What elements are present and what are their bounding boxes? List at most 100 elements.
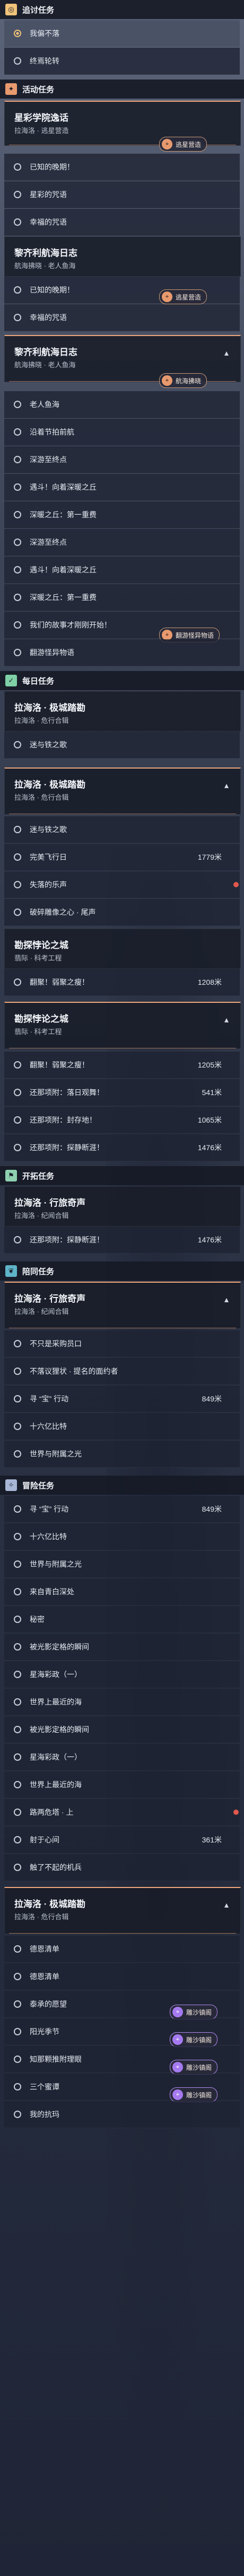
list-item[interactable]: 破碎雕像之心 · 尾声 (4, 899, 240, 926)
quest-card[interactable]: 拉海洛 · 极城踏勘 拉海洛 · 危行合辑 ▴ (4, 1887, 241, 1934)
list-item[interactable]: 寻 “宝” 行动 849米 (4, 1496, 240, 1523)
item-label: 寻 “宝” 行动 (30, 1395, 69, 1403)
list-item[interactable]: 触了不起的机兵 (4, 1854, 240, 1881)
list-item[interactable]: 被光影定格的瞬间 (4, 1716, 240, 1743)
radio (14, 428, 21, 436)
list-item[interactable]: 迷与铁之歌 (4, 731, 240, 758)
list-item[interactable]: 射于心间 361米 (4, 1827, 240, 1854)
section-header-feature[interactable]: ⚑ 开拓任务 (0, 1166, 244, 1185)
list-item[interactable]: 翻聚！弱聚之瘦！ 1208米 (4, 969, 240, 996)
list-item[interactable]: 我偏不落 (4, 20, 240, 47)
quest-card[interactable]: 拉海洛 · 行旅奇声 拉海洛 · 纪闻合辑 (4, 1186, 241, 1227)
location-tag[interactable]: ⌖ 雕沙镇阁 (170, 2005, 218, 2019)
section-header-side[interactable]: ◎ 追讨任务 (0, 0, 244, 19)
list-item[interactable]: 深游至终点 (4, 529, 240, 556)
distance: 1476米 (197, 1143, 222, 1152)
list-item[interactable]: 还那项附：探静断涯！ 1476米 (4, 1227, 240, 1254)
list-item[interactable]: 被光影定格的瞬间 (4, 1634, 240, 1661)
list-item[interactable]: 失落的乐声 (4, 871, 240, 898)
item-label: 德恩清单 (30, 1945, 59, 1953)
radio (14, 401, 21, 408)
list-item[interactable]: 德恩清单 (4, 1936, 240, 1963)
radio (14, 314, 21, 321)
section-header-daily[interactable]: ✓ 每日任务 (0, 671, 244, 690)
section-header-event[interactable]: ✦ 活动任务 (0, 80, 244, 99)
list-item[interactable]: 沿着节拍前航 (4, 419, 240, 446)
list-item[interactable]: 翻聚！弱聚之瘦！ 1205米 (4, 1052, 240, 1079)
list-item[interactable]: 德恩清单 (4, 1963, 240, 1990)
list-item[interactable]: 星彩的咒语 (4, 181, 240, 208)
list-item[interactable]: 遇斗！向着深暖之丘 (4, 474, 240, 501)
list-item[interactable]: 深暖之丘：第一重费 (4, 584, 240, 611)
list-item[interactable]: 翻游怪异物语 (4, 639, 240, 666)
radio (14, 1588, 21, 1595)
distance: 849米 (202, 1505, 222, 1513)
list-item[interactable]: 已知的晚期！ (4, 154, 240, 181)
list-item[interactable]: 深暖之丘：第一重费 (4, 501, 240, 528)
list-item[interactable]: 世界与附属之光 (4, 1441, 240, 1468)
list-item[interactable]: 幸福的咒语 (4, 209, 240, 236)
location-tag[interactable]: ⌖ 雕沙镇阁 (170, 2032, 218, 2047)
card-subtitle: 翡际 · 科考工程 (14, 1028, 62, 1036)
item-label: 已知的晚期！ (30, 286, 74, 294)
list-item[interactable]: 十六亿比特 (4, 1523, 240, 1550)
list-item[interactable]: 幸福的咒语 (4, 304, 240, 331)
location-tag[interactable]: ⌖ 雕沙镇阁 (170, 2060, 218, 2075)
quest-card[interactable]: 拉海洛 · 极城踏勘 拉海洛 · 危行合辑 ▴ (4, 767, 241, 815)
list-item[interactable]: 终焉轮转 (4, 48, 240, 75)
collapse-icon[interactable]: ▴ (220, 1013, 233, 1026)
list-item[interactable]: 不落议狸状 · 提名的面约者 (4, 1358, 240, 1385)
list-item[interactable]: 星海彩政（一） (4, 1744, 240, 1771)
section-header-companion[interactable]: ❦ 陪同任务 (0, 1261, 244, 1281)
distance: 1208米 (197, 978, 222, 986)
collapse-icon[interactable]: ▴ (220, 347, 233, 359)
item-label: 路两危塔 · 上 (30, 1808, 74, 1816)
card-title: 黎齐利航海日志 (14, 248, 77, 258)
list-item[interactable]: 世界上最近的海 (4, 1771, 240, 1798)
list-item[interactable]: 世界上最近的海 (4, 1689, 240, 1716)
list-item[interactable]: 还那项附：封存地！ 1065米 (4, 1107, 240, 1134)
item-label: 星彩的咒语 (30, 190, 67, 199)
radio (14, 826, 21, 833)
list-item[interactable]: 世界与附属之光 (4, 1551, 240, 1578)
list-item[interactable]: 路两危塔 · 上 (4, 1799, 240, 1826)
location-tag[interactable]: ⌖ 雕沙镇阁 (170, 2087, 218, 2102)
list-item[interactable]: 还那项附：落日观舞！ 541米 (4, 1079, 240, 1106)
location-tag[interactable]: ⌖ 逃星营造 (159, 137, 207, 152)
list-item[interactable]: 迷与铁之歌 (4, 816, 240, 843)
radio (14, 539, 21, 546)
collapse-icon[interactable]: ▴ (220, 779, 233, 792)
quest-card[interactable]: 黎齐利航海日志 航海拂晓 · 老人鱼海 ▴ (4, 335, 241, 382)
list-item[interactable]: 深游至终点 (4, 446, 240, 473)
collapse-icon[interactable]: ▴ (220, 1899, 233, 1911)
section-header-adventure[interactable]: ✧ 冒险任务 (0, 1476, 244, 1495)
item-label: 世界上最近的海 (30, 1780, 82, 1789)
radio (14, 483, 21, 491)
list-item[interactable]: 秘密 (4, 1606, 240, 1633)
item-label: 遇斗！向着深暖之丘 (30, 566, 97, 574)
location-tag[interactable]: ⌖ 航海拂晓 (159, 373, 207, 388)
radio (14, 1533, 21, 1540)
radio (14, 191, 21, 198)
collapse-icon[interactable]: ▴ (220, 1293, 233, 1306)
list-item[interactable]: 完美飞行日 1779米 (4, 844, 240, 871)
distance: 1065米 (197, 1116, 222, 1124)
quest-card[interactable]: 拉海洛 · 行旅奇声 拉海洛 · 纪闻合辑 ▴ (4, 1282, 241, 1329)
list-item[interactable]: 不只是采购员口 (4, 1330, 240, 1357)
quest-card[interactable]: 勘探悖论之城 翡际 · 科考工程 ▴ (4, 1002, 241, 1049)
list-item[interactable]: 来自青白深处 (4, 1578, 240, 1605)
list-item[interactable]: 遇斗！向着深暖之丘 (4, 557, 240, 584)
quest-card[interactable]: 拉海洛 · 极城踏勘 拉海洛 · 危行合辑 (4, 691, 241, 731)
quest-card[interactable]: 勘探悖论之城 翡际 · 科考工程 (4, 929, 241, 969)
list-item[interactable]: 老人鱼海 (4, 391, 240, 418)
section-title: 追讨任务 (22, 5, 55, 15)
location-tag[interactable]: ⌖ 逃星营造 (159, 289, 207, 304)
list-item[interactable]: 我的抗玛 (4, 2101, 240, 2128)
list-item[interactable]: 还那项附：探静断涯！ 1476米 (4, 1134, 240, 1161)
distance: 541米 (202, 1088, 222, 1097)
quest-card[interactable]: 黎齐利航海日志 航海拂晓 · 老人鱼海 (4, 236, 241, 277)
list-item[interactable]: 星海彩政（一） (4, 1661, 240, 1688)
list-item[interactable]: 寻 “宝” 行动 849米 (4, 1386, 240, 1413)
list-item[interactable]: 十六亿比特 (4, 1413, 240, 1440)
radio (14, 649, 21, 656)
